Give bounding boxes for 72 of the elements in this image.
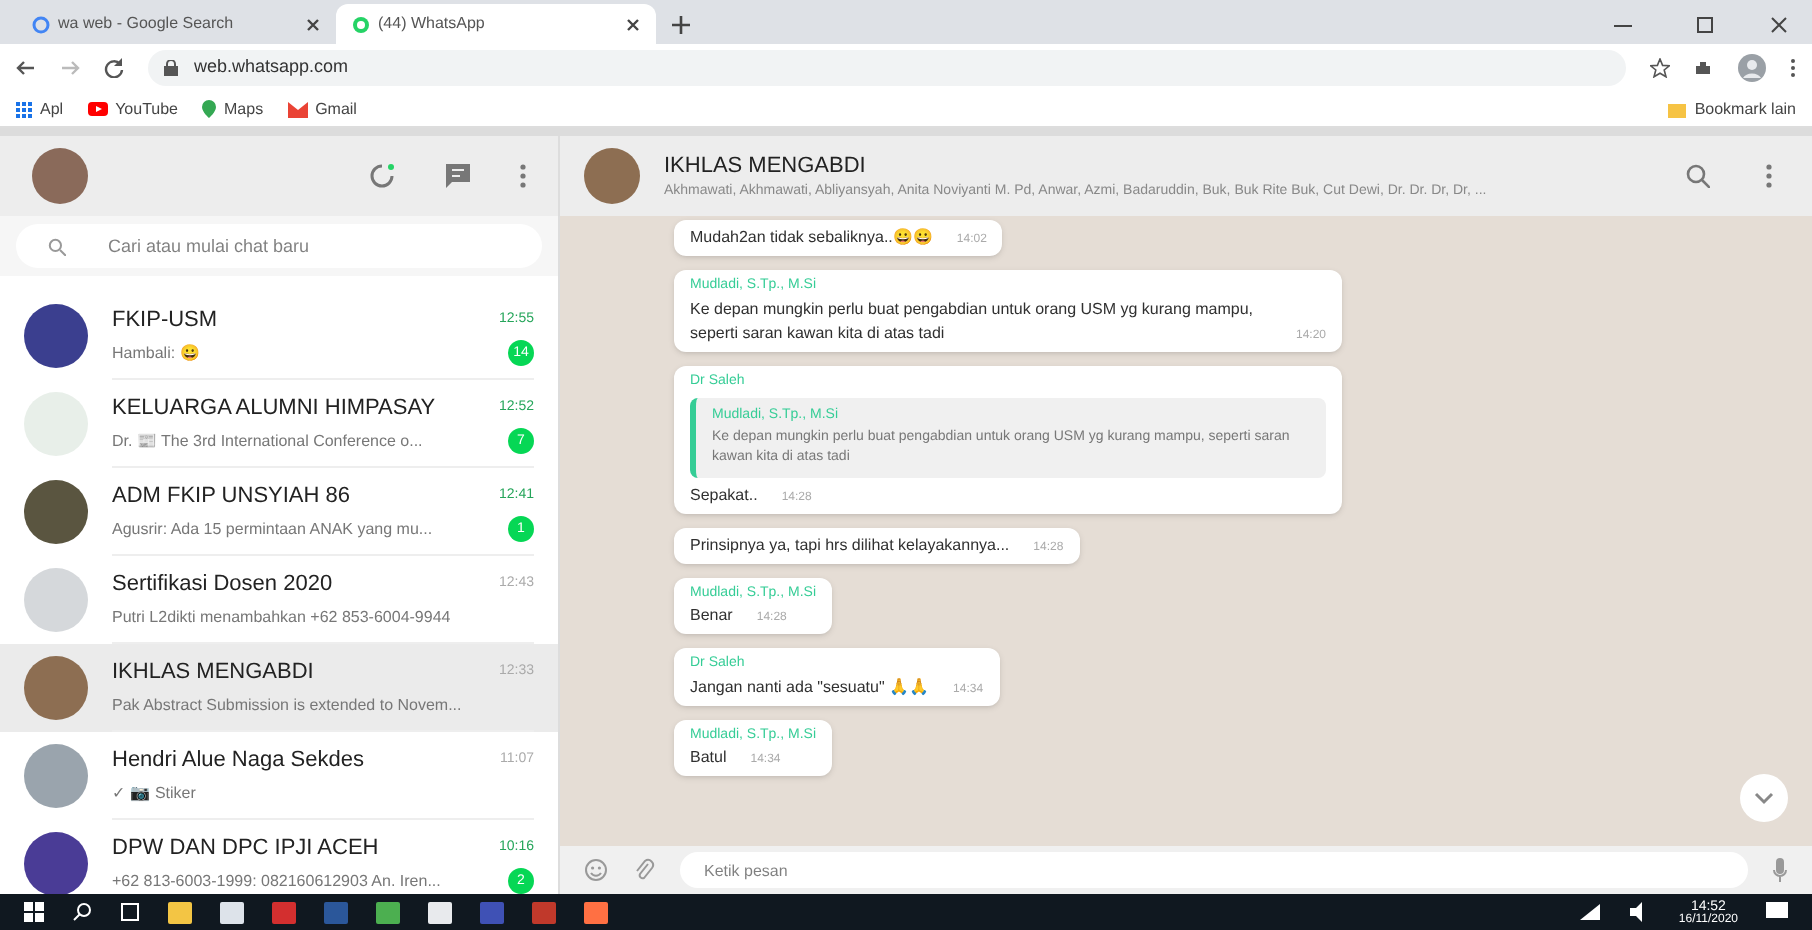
chat-preview: Pak Abstract Submission is extended to Novem... [112,693,464,718]
apps-grid-icon [16,101,32,117]
play-icon [87,102,108,116]
paperclip-icon[interactable] [632,858,656,882]
status-icon[interactable] [368,162,396,190]
browser-tab[interactable]: wa web - Google Search [16,4,336,44]
chat-title: IKHLAS MENGABDI [664,151,868,181]
chat-name: DPW DAN DPC IPJI ACEH [112,833,381,864]
mail-icon [287,101,308,117]
more-icon[interactable] [1790,58,1796,78]
new-chat-icon[interactable] [444,162,472,190]
taskbar-app-icon[interactable] [220,901,244,923]
chat-name: FKIP-USM [112,305,220,336]
bookmark-link[interactable]: Maps [202,97,264,121]
map-pin-icon [202,100,216,118]
search-field[interactable]: Cari atau mulai chat baru [16,224,542,268]
browser-tab[interactable]: (44) WhatsApp [336,4,656,44]
taskbar-app-icon[interactable] [376,901,400,923]
message-text: Ke depan mungkin perlu buat pengabdian untuk orang USM yg kurang mampu, seperti saran kawan kita di atas tadi [690,297,1256,345]
chat-name: ADM FKIP UNSYIAH 86 [112,481,352,512]
chat-preview: ✓ 📷 Stiker [112,781,198,806]
search-icon [48,238,66,256]
windows-start-icon[interactable] [24,902,44,922]
menu-icon[interactable] [1766,164,1772,188]
group-avatar [24,480,88,544]
task-view-icon[interactable] [120,902,140,922]
chat-name: Sertifikasi Dosen 2020 [112,570,335,601]
group-avatar [584,148,640,204]
bookmark-link[interactable]: Gmail [287,97,357,121]
search-icon[interactable] [72,902,92,922]
group-avatar [24,304,88,368]
address-bar[interactable]: web.whatsapp.com [148,50,1626,86]
chat-preview: Agusrir: Ada 15 permintaan ANAK yang mu... [112,517,435,542]
group-avatar [24,832,88,894]
chat-name: Hendri Alue Naga Sekdes [112,746,366,777]
message-text: Benar [690,604,733,628]
avatar-icon[interactable] [1738,54,1766,82]
group-avatar [24,656,88,720]
back-icon[interactable] [16,58,36,78]
chat-name: KELUARGA ALUMNI HIMPASAY [112,393,438,424]
notification-icon[interactable] [1766,902,1788,922]
chat-preview: Hambali: 😀 [112,341,202,366]
bookmark-link[interactable]: YouTube [87,97,178,121]
taskbar-app-icon[interactable] [584,901,608,923]
chat-preview: +62 813-6003-1999: 082160612903 An. Iren... [112,869,443,894]
message-text: Batul [690,746,727,770]
reload-icon[interactable] [104,58,124,78]
folder-icon [1668,101,1687,117]
message-text: Jangan nanti ada "sesuatu" 🙏🙏 [690,675,930,699]
chat-preview: Putri L2dikti menambahkan +62 853-6004-9944 [112,605,453,630]
chat-preview: Dr. 📰 The 3rd International Conference o... [112,429,425,454]
close-icon[interactable] [626,17,640,31]
group-avatar [24,744,88,808]
bookmark-folder[interactable]: Bookmark lain [1668,97,1796,121]
taskbar-app-icon[interactable] [168,901,192,923]
lock-icon [164,60,178,76]
taskbar-app-icon[interactable] [428,901,452,923]
maximize-icon[interactable] [1696,16,1714,34]
message-text: Prinsipnya ya, tapi hrs dilihat kelayakannya... [690,533,1010,557]
message-text: Mudah2an tidak sebaliknya..😀😀 [690,226,933,250]
message-text: Sepakat.. [690,483,758,507]
menu-icon[interactable] [520,164,526,188]
bookmark-link[interactable]: Apl [16,97,64,121]
star-icon[interactable] [1650,58,1670,78]
close-icon[interactable] [306,17,320,31]
close-icon[interactable] [1770,16,1788,34]
network-icon[interactable] [1578,902,1603,922]
chat-name: IKHLAS MENGABDI [112,658,316,689]
profile-avatar[interactable] [32,148,88,204]
plus-icon[interactable] [672,16,690,34]
message-input[interactable]: Ketik pesan [680,852,1748,888]
group-avatar [24,568,88,632]
